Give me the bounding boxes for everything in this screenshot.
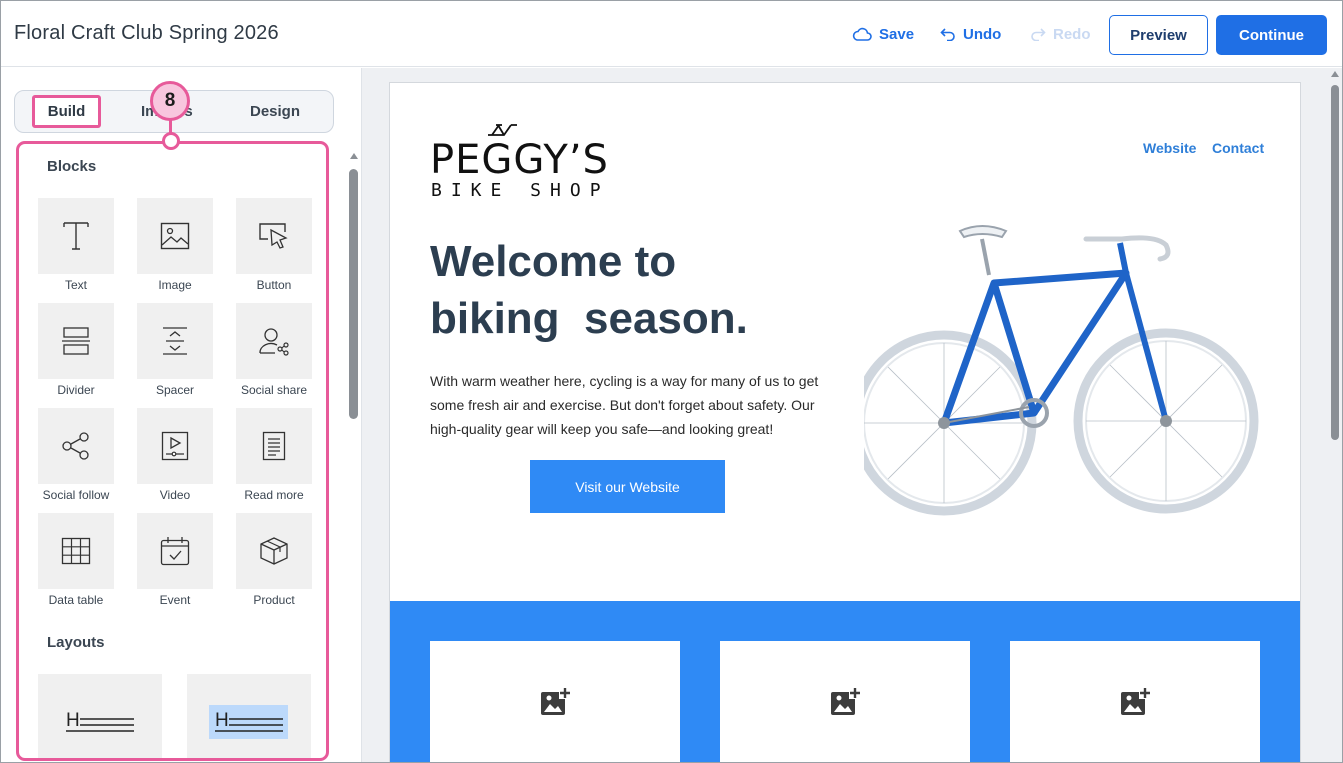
logo-bike-shop: BIKE SHOP (431, 180, 610, 201)
email-preview[interactable]: PEGGY’S BIKE SHOP Website Contact Welcom… (389, 82, 1301, 762)
block-social-follow-label: Social follow (42, 488, 110, 502)
redo-label: Redo (1053, 25, 1091, 43)
email-headline[interactable]: Welcome to biking season. (430, 233, 860, 347)
block-social-share[interactable] (236, 303, 312, 379)
block-video[interactable] (137, 408, 213, 484)
cloud-icon (852, 27, 872, 41)
scroll-up-arrow[interactable] (350, 153, 358, 159)
calendar-check-icon (160, 537, 190, 566)
email-body-text[interactable]: With warm weather here, cycling is a way… (430, 369, 830, 441)
layout-heading-text[interactable]: H (38, 674, 162, 758)
block-read-more[interactable] (236, 408, 312, 484)
block-event-label: Event (159, 593, 191, 607)
heading-lines-icon: H (66, 710, 134, 732)
block-divider[interactable] (38, 303, 114, 379)
block-image-label: Image (158, 278, 192, 292)
undo-icon (940, 28, 955, 41)
block-text[interactable] (38, 198, 114, 274)
block-button-label: Button (256, 278, 292, 292)
text-icon (63, 222, 89, 250)
block-button[interactable] (236, 198, 312, 274)
redo-button[interactable]: Redo (1030, 24, 1091, 44)
image-icon (160, 222, 190, 250)
app-window: Floral Craft Club Spring 2026 Save Undo … (0, 0, 1343, 763)
spacer-icon (163, 327, 187, 355)
video-icon (161, 431, 189, 461)
block-data-table-label: Data table (48, 593, 104, 607)
undo-button[interactable]: Undo (940, 24, 1001, 44)
layout-heading-highlight[interactable]: H (187, 674, 311, 758)
bicycle-logo-icon (488, 124, 517, 136)
undo-label: Undo (963, 25, 1002, 43)
block-social-share-label: Social share (240, 383, 308, 397)
left-panel-scrollbar[interactable] (349, 153, 358, 419)
block-event[interactable] (137, 513, 213, 589)
button-cursor-icon (259, 223, 288, 249)
add-image-icon (541, 687, 571, 715)
tab-build[interactable]: Build (32, 95, 101, 128)
featured-images-band (390, 601, 1300, 762)
redo-icon (1031, 28, 1046, 41)
add-image-icon (831, 687, 861, 715)
scroll-thumb[interactable] (349, 169, 358, 419)
block-social-follow[interactable] (38, 408, 114, 484)
headline-line-2: biking season. (430, 294, 748, 343)
block-text-label: Text (64, 278, 87, 292)
social-share-icon (259, 328, 289, 356)
blocks-panel: Blocks Text Image Button Divider Spacer … (16, 141, 329, 761)
block-image[interactable] (137, 198, 213, 274)
document-icon (262, 431, 286, 461)
scroll-thumb[interactable] (1331, 85, 1339, 440)
image-placeholder-3[interactable] (1010, 641, 1260, 762)
image-placeholder-1[interactable] (430, 641, 680, 762)
add-image-icon (1121, 687, 1151, 715)
layout-letter: H (66, 710, 80, 731)
continue-button[interactable]: Continue (1216, 15, 1327, 55)
scroll-up-arrow[interactable] (1331, 71, 1339, 77)
grid-icon (61, 537, 91, 565)
email-canvas: PEGGY’S BIKE SHOP Website Contact Welcom… (362, 68, 1342, 762)
step-callout-badge: 8 (150, 81, 190, 121)
block-product[interactable] (236, 513, 312, 589)
block-data-table[interactable] (38, 513, 114, 589)
save-button[interactable]: Save (852, 24, 914, 44)
canvas-scrollbar[interactable] (1330, 70, 1341, 760)
block-divider-label: Divider (57, 383, 95, 397)
box-icon (260, 537, 288, 565)
left-panel: Build Images Design 8 Blocks Text Image … (1, 68, 362, 762)
heading-lines-highlight-icon: H (209, 705, 288, 739)
block-read-more-label: Read more (244, 488, 304, 502)
campaign-title[interactable]: Floral Craft Club Spring 2026 (14, 22, 279, 45)
top-bar: Floral Craft Club Spring 2026 Save Undo … (1, 1, 1342, 67)
preview-button[interactable]: Preview (1109, 15, 1208, 55)
block-spacer[interactable] (137, 303, 213, 379)
image-placeholder-2[interactable] (720, 641, 970, 762)
headline-line-1: Welcome to (430, 237, 677, 286)
nav-website-link[interactable]: Website (1143, 140, 1196, 156)
block-spacer-label: Spacer (155, 383, 195, 397)
nav-contact-link[interactable]: Contact (1212, 140, 1264, 156)
share-nodes-icon (62, 432, 89, 460)
blocks-heading: Blocks (47, 158, 97, 175)
tab-design[interactable]: Design (250, 103, 300, 120)
save-label: Save (879, 25, 915, 43)
block-video-label: Video (159, 488, 191, 502)
callout-anchor-dot (162, 132, 180, 150)
layout-letter: H (215, 710, 229, 731)
block-product-label: Product (253, 593, 295, 607)
divider-icon (62, 327, 90, 355)
layouts-heading: Layouts (47, 634, 105, 651)
bicycle-image[interactable] (864, 213, 1264, 523)
visit-website-button[interactable]: Visit our Website (530, 460, 725, 513)
